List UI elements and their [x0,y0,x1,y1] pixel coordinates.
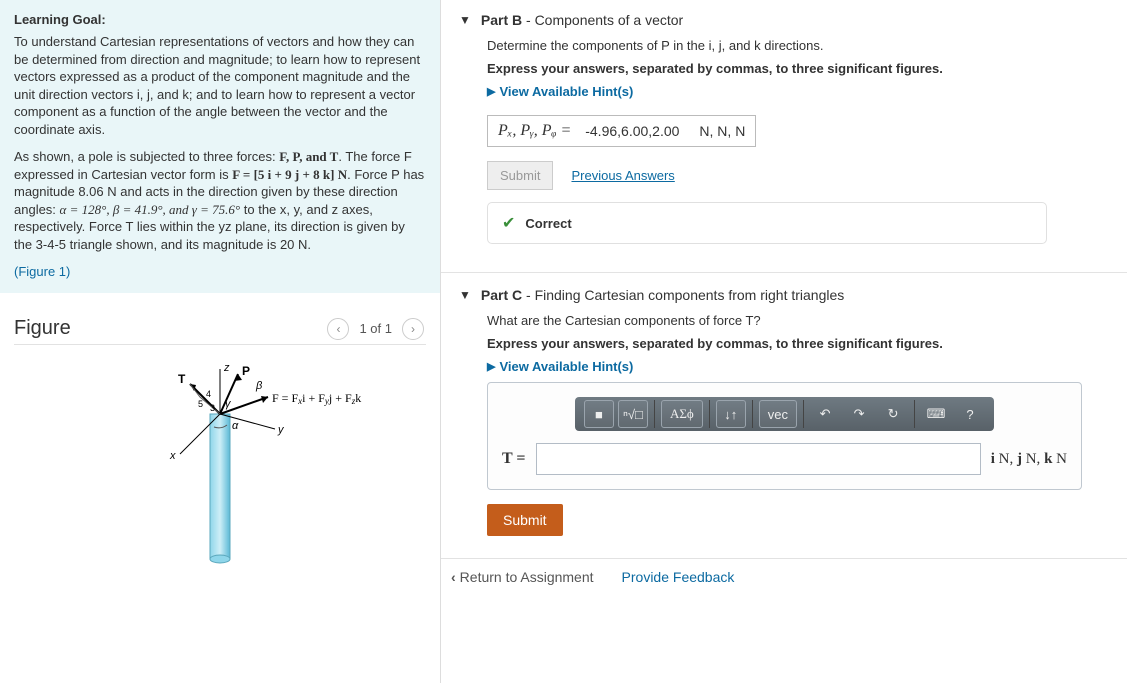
svg-text:α: α [232,420,239,432]
svg-text:T: T [178,372,186,386]
svg-text:F = Fxi + Fyj + Fzk: F = Fxi + Fyj + Fzk [272,391,361,406]
partB-title: Part B - Components of a vector [481,12,683,28]
learning-goal-title: Learning Goal: [14,12,426,27]
figure-prev-button[interactable]: ‹ [327,318,349,340]
figure-image: z y x T P β F = Fxi + Fyj + Fzk [0,359,440,579]
svg-text:z: z [223,362,230,374]
figure-heading: Figure [14,317,71,340]
figure-next-button[interactable]: › [402,318,424,340]
partC-instruction: Express your answers, separated by comma… [487,336,1127,351]
partC-submit-button[interactable]: Submit [487,504,563,536]
svg-text:x: x [169,450,176,462]
toolbar-greek-button[interactable]: ΑΣϕ [661,400,703,428]
toolbar-templates-button[interactable]: ■ [584,400,614,428]
partC-answer-input[interactable] [536,443,981,475]
partB-prompt: Determine the components of P in the i, … [487,38,1127,53]
svg-text:y: y [277,424,285,436]
toolbar-help-button[interactable]: ? [955,400,985,428]
svg-text:5: 5 [198,399,203,409]
partB-instruction: Express your answers, separated by comma… [487,61,1127,76]
partB-answer-display: Pₓ, Pᵧ, Pᵩ = -4.96,6.00,2.00 N, N, N [487,115,756,147]
check-icon: ✔ [502,213,515,233]
learning-goal-body: To understand Cartesian representations … [14,33,426,138]
partB-hints-toggle[interactable]: ▶View Available Hint(s) [487,84,1127,99]
toolbar-vec-button[interactable]: vec [759,400,797,428]
partB-previous-answers-link[interactable]: Previous Answers [571,168,674,183]
svg-text:γ: γ [225,398,232,410]
partC-collapse-icon[interactable]: ▼ [459,288,471,302]
return-to-assignment-link[interactable]: ‹Return to Assignment [451,569,594,585]
partC-answer-frame: ■ ⁿ√□ ΑΣϕ ↓↑ vec ↶ ↷ ↻ [487,382,1082,490]
toolbar-subsup-button[interactable]: ↓↑ [716,400,746,428]
partB-submit-button: Submit [487,161,553,190]
provide-feedback-link[interactable]: Provide Feedback [622,569,735,585]
toolbar-redo-button[interactable]: ↷ [844,400,874,428]
toolbar-reset-button[interactable]: ↻ [878,400,908,428]
svg-text:3: 3 [210,403,215,413]
toolbar-keyboard-button[interactable]: ⌨ [921,400,951,428]
partB-correct-banner: ✔ Correct [487,202,1047,244]
partB-collapse-icon[interactable]: ▼ [459,13,471,27]
learning-goal-panel: Learning Goal: To understand Cartesian r… [0,0,440,293]
svg-text:4: 4 [206,389,211,399]
partC-title: Part C - Finding Cartesian components fr… [481,287,844,303]
toolbar-root-button[interactable]: ⁿ√□ [618,400,648,428]
toolbar-undo-button[interactable]: ↶ [810,400,840,428]
svg-text:β: β [255,380,263,392]
partC-hints-toggle[interactable]: ▶View Available Hint(s) [487,359,1127,374]
figure-link[interactable]: (Figure 1) [14,264,426,279]
svg-text:P: P [242,364,250,378]
partC-answer-label: T = [502,450,526,468]
problem-statement: As shown, a pole is subjected to three f… [14,148,426,253]
partC-answer-units: i N, j N, k N [991,451,1067,468]
equation-toolbar: ■ ⁿ√□ ΑΣϕ ↓↑ vec ↶ ↷ ↻ [575,397,994,431]
partC-prompt: What are the Cartesian components of for… [487,313,1127,328]
figure-count: 1 of 1 [359,321,392,336]
